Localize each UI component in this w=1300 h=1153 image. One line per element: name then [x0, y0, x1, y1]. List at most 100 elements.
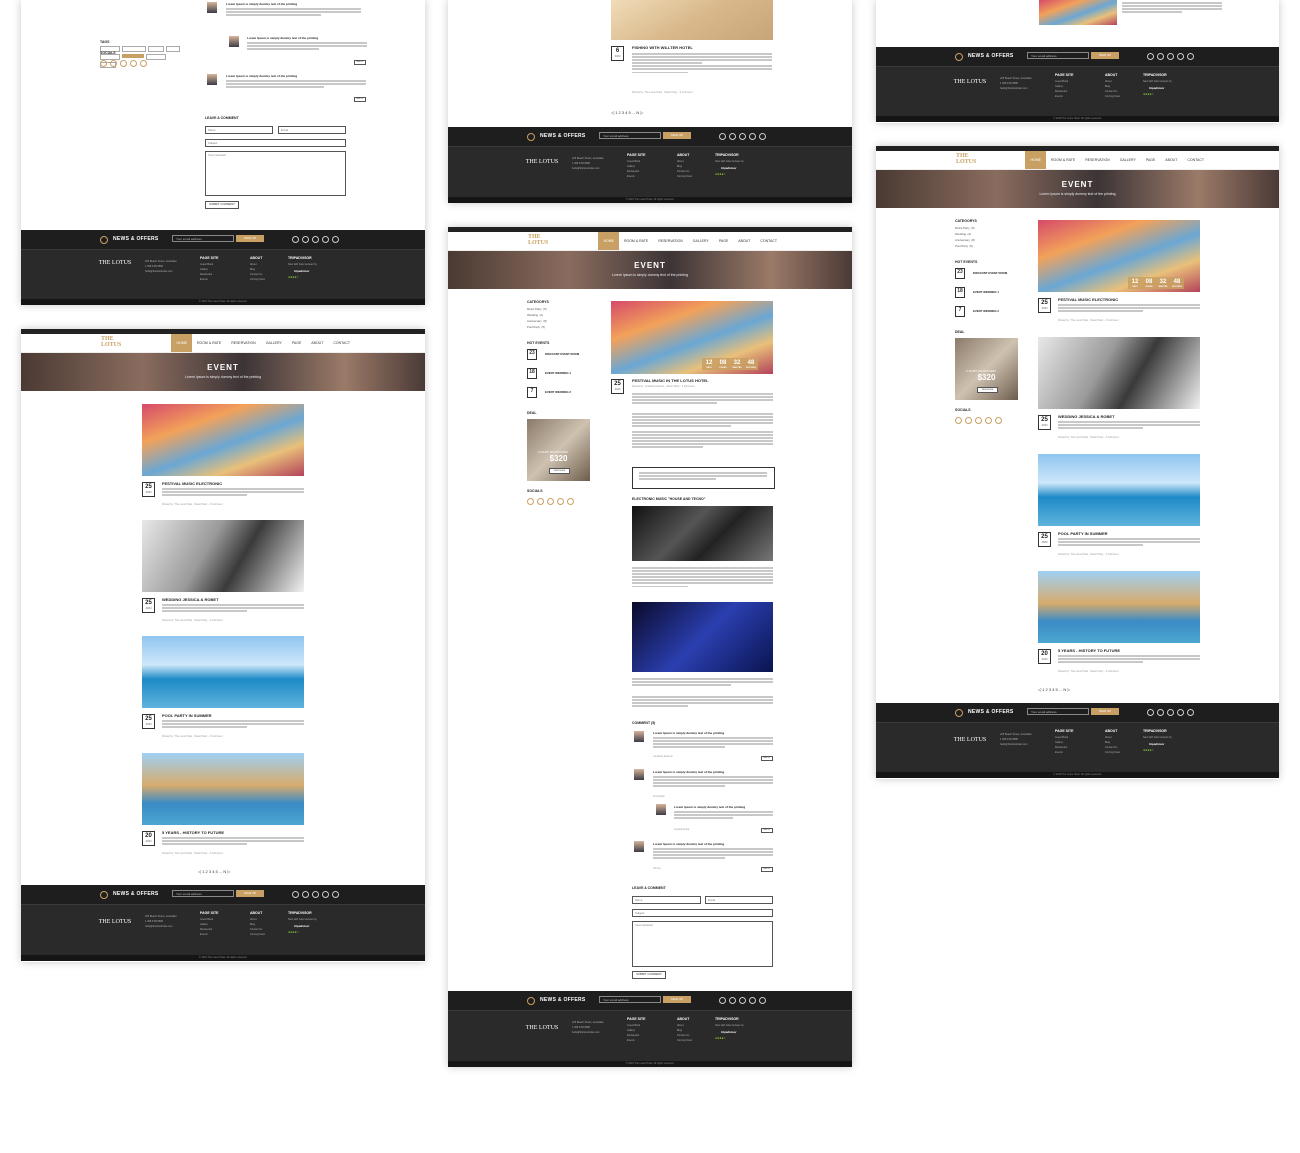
tag[interactable]	[166, 46, 180, 52]
nav-contact[interactable]: CONTACT	[328, 334, 355, 352]
event-title[interactable]: POOL PARTY IN SUMMER	[162, 713, 212, 718]
vimeo-icon[interactable]	[1177, 709, 1184, 716]
about-links[interactable]: About Blog Contact Us Coming Soon	[677, 1023, 692, 1043]
nav-page[interactable]: PAGE	[714, 232, 733, 250]
nav-room-rate[interactable]: ROOM & RATE	[619, 232, 653, 250]
facebook-icon[interactable]	[729, 997, 736, 1004]
nav-reservation[interactable]: RESERVATION	[1080, 151, 1115, 169]
about-links[interactable]: About Blog Contact Us Coming Soon	[1105, 735, 1120, 755]
twitter-icon[interactable]	[719, 997, 726, 1004]
facebook-icon[interactable]	[527, 498, 534, 505]
submit-comment-button[interactable]: SUBMIT COMMENT	[632, 971, 666, 979]
google-icon[interactable]	[547, 498, 554, 505]
event-title[interactable]: 5 YEARS - HISTORY TO FUTURE	[1058, 648, 1120, 653]
name-input[interactable]: Name	[632, 896, 701, 904]
nav-contact[interactable]: CONTACT	[1182, 151, 1209, 169]
page-site-links[interactable]: Guest Book Gallery Restaurant Events	[200, 917, 213, 937]
nav-room-rate[interactable]: ROOM & RATE	[1046, 151, 1080, 169]
facebook-icon[interactable]	[302, 236, 309, 243]
twitter-icon[interactable]	[292, 236, 299, 243]
event-image[interactable]	[1038, 454, 1200, 526]
event-image[interactable]	[142, 636, 304, 708]
about-links[interactable]: About Blog Contact Us Coming Soon	[1105, 79, 1120, 99]
email-input[interactable]: Email	[278, 126, 346, 134]
tag[interactable]	[146, 54, 166, 60]
pagination[interactable]: ◁ 1 2 3 4 5 ... N ▷	[1038, 687, 1070, 692]
instagram-icon[interactable]	[1187, 53, 1194, 60]
nav-contact[interactable]: CONTACT	[755, 232, 782, 250]
nav-page[interactable]: PAGE	[287, 334, 306, 352]
newsletter-email-input[interactable]: Your email address	[172, 235, 234, 242]
event-title[interactable]: WEDDING JESSICA & ROBET	[1058, 414, 1115, 419]
hot-event-title[interactable]: EVENT WEDDING 1	[973, 290, 999, 294]
reply-button[interactable]: REPLY	[761, 756, 773, 761]
instagram-icon[interactable]	[759, 133, 766, 140]
name-input[interactable]: Name	[205, 126, 273, 134]
event-title[interactable]: FESTIVAL MUSIC ELECTRONIC	[162, 481, 222, 486]
newsletter-email-input[interactable]: Your email address	[599, 132, 661, 139]
vimeo-icon[interactable]	[322, 236, 329, 243]
page-site-links[interactable]: Guest Book Gallery Restaurant Events	[200, 262, 213, 282]
tripadvisor-logo[interactable]: tripadvisor	[1149, 742, 1165, 746]
nav-room-rate[interactable]: ROOM & RATE	[192, 334, 226, 352]
newsletter-email-input[interactable]: Your email address	[172, 890, 234, 897]
reply-button[interactable]: REPLY	[354, 97, 366, 102]
instagram-icon[interactable]	[557, 498, 564, 505]
nav-home[interactable]: HOME	[598, 232, 619, 250]
page-site-links[interactable]: Guest Book Gallery Restaurant Events	[1055, 735, 1068, 755]
pinterest-icon[interactable]	[140, 60, 147, 67]
sign-up-button[interactable]: SIGN UP	[1091, 708, 1119, 715]
nav-gallery[interactable]: GALLERY	[1115, 151, 1141, 169]
tag[interactable]	[148, 46, 164, 52]
tripadvisor-logo[interactable]: tripadvisor	[721, 1030, 737, 1034]
tripadvisor-logo[interactable]: tripadvisor	[1149, 86, 1165, 90]
vimeo-icon[interactable]	[1177, 53, 1184, 60]
email-input[interactable]: Email	[705, 896, 773, 904]
pinterest-icon[interactable]	[1167, 709, 1174, 716]
instagram-icon[interactable]	[332, 891, 339, 898]
post-image[interactable]	[1039, 0, 1117, 25]
event-title[interactable]: FESTIVAL MUSIC ELECTRONIC	[1058, 297, 1118, 302]
pinterest-icon[interactable]	[739, 133, 746, 140]
nav-reservation[interactable]: RESERVATION	[226, 334, 261, 352]
newsletter-email-input[interactable]: Your email address	[1027, 708, 1089, 715]
nav-reservation[interactable]: RESERVATION	[653, 232, 688, 250]
google-icon[interactable]	[975, 417, 982, 424]
view-more-button[interactable]: VIEW MORE	[549, 468, 570, 474]
facebook-icon[interactable]	[729, 133, 736, 140]
subject-input[interactable]: Subject	[632, 909, 773, 917]
tag-active[interactable]	[122, 54, 144, 58]
reply-button[interactable]: REPLY	[761, 867, 773, 872]
facebook-icon[interactable]	[100, 60, 107, 67]
twitter-icon[interactable]	[1147, 709, 1154, 716]
logo[interactable]: THE LOTUS	[101, 336, 121, 348]
hot-event-title[interactable]: EVENT WEDDING 1	[545, 371, 571, 375]
sign-up-button[interactable]: SIGN UP	[663, 132, 691, 139]
tripadvisor-logo[interactable]: tripadvisor	[721, 166, 737, 170]
pagination[interactable]: ◁ 1 2 3 4 5 ... N ▷	[198, 869, 230, 874]
message-textarea[interactable]: Your comment	[205, 151, 346, 196]
event-title[interactable]: 5 YEARS - HISTORY TO FUTURE	[162, 830, 224, 835]
hot-event-title[interactable]: EVENT WEDDING 2	[973, 309, 999, 313]
instagram-icon[interactable]	[1187, 709, 1194, 716]
page-site-links[interactable]: Guest Book Gallery Restaurant Events	[627, 159, 640, 179]
pinterest-icon[interactable]	[567, 498, 574, 505]
subject-input[interactable]: Subject	[205, 139, 346, 147]
nav-about[interactable]: ABOUT	[306, 334, 328, 352]
hot-event-title[interactable]: EVENT WEDDING 2	[545, 390, 571, 394]
newsletter-email-input[interactable]: Your email address	[1027, 52, 1089, 59]
twitter-icon[interactable]	[110, 60, 117, 67]
twitter-icon[interactable]	[292, 891, 299, 898]
facebook-icon[interactable]	[1157, 53, 1164, 60]
logo[interactable]: THE LOTUS	[956, 153, 976, 165]
view-more-button[interactable]: VIEW MORE	[977, 387, 998, 393]
instagram-icon[interactable]	[130, 60, 137, 67]
google-icon[interactable]	[120, 60, 127, 67]
twitter-icon[interactable]	[719, 133, 726, 140]
facebook-icon[interactable]	[1157, 709, 1164, 716]
tripadvisor-logo[interactable]: tripadvisor	[294, 269, 310, 273]
sign-up-button[interactable]: SIGN UP	[236, 890, 264, 897]
tripadvisor-logo[interactable]: tripadvisor	[294, 924, 310, 928]
pinterest-icon[interactable]	[312, 236, 319, 243]
event-title[interactable]: WEDDING JESSICA & ROBET	[162, 597, 219, 602]
